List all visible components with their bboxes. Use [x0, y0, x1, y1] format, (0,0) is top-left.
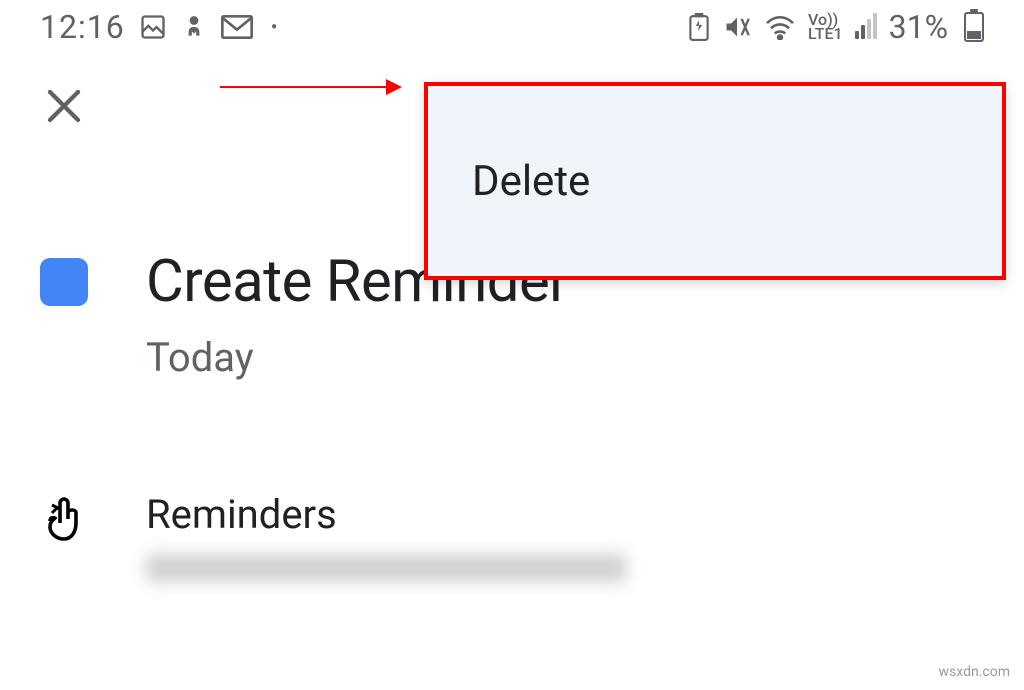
status-bar: 12:16 • Vo)) LTE1 31% — [0, 0, 1024, 54]
account-section: Reminders — [0, 491, 1024, 582]
gmail-icon — [221, 14, 253, 40]
wifi-icon — [764, 14, 796, 40]
reminder-date: Today — [146, 334, 984, 381]
account-info: Reminders — [146, 491, 984, 582]
mute-icon — [722, 13, 752, 41]
reminder-color-badge — [40, 258, 88, 306]
battery-saving-icon — [688, 13, 710, 41]
status-left: 12:16 • — [40, 8, 277, 46]
account-label: Reminders — [146, 491, 984, 538]
reminder-hand-icon — [40, 497, 88, 545]
watermark: wsxdn.com — [939, 664, 1010, 680]
network-label: Vo)) LTE1 — [808, 13, 843, 41]
image-icon — [139, 13, 167, 41]
close-button[interactable] — [40, 82, 88, 130]
clock-time: 12:16 — [40, 8, 125, 46]
overflow-menu: Delete — [424, 82, 1006, 280]
battery-percent: 31% — [889, 8, 948, 46]
delete-menu-item[interactable]: Delete — [472, 157, 590, 206]
signal-icon — [855, 15, 877, 39]
status-right: Vo)) LTE1 31% — [688, 8, 984, 46]
annotation-arrow — [220, 86, 400, 88]
battery-icon — [964, 12, 984, 42]
account-email-blurred — [146, 554, 626, 582]
notification-dot: • — [271, 15, 278, 39]
person-icon — [181, 14, 207, 40]
